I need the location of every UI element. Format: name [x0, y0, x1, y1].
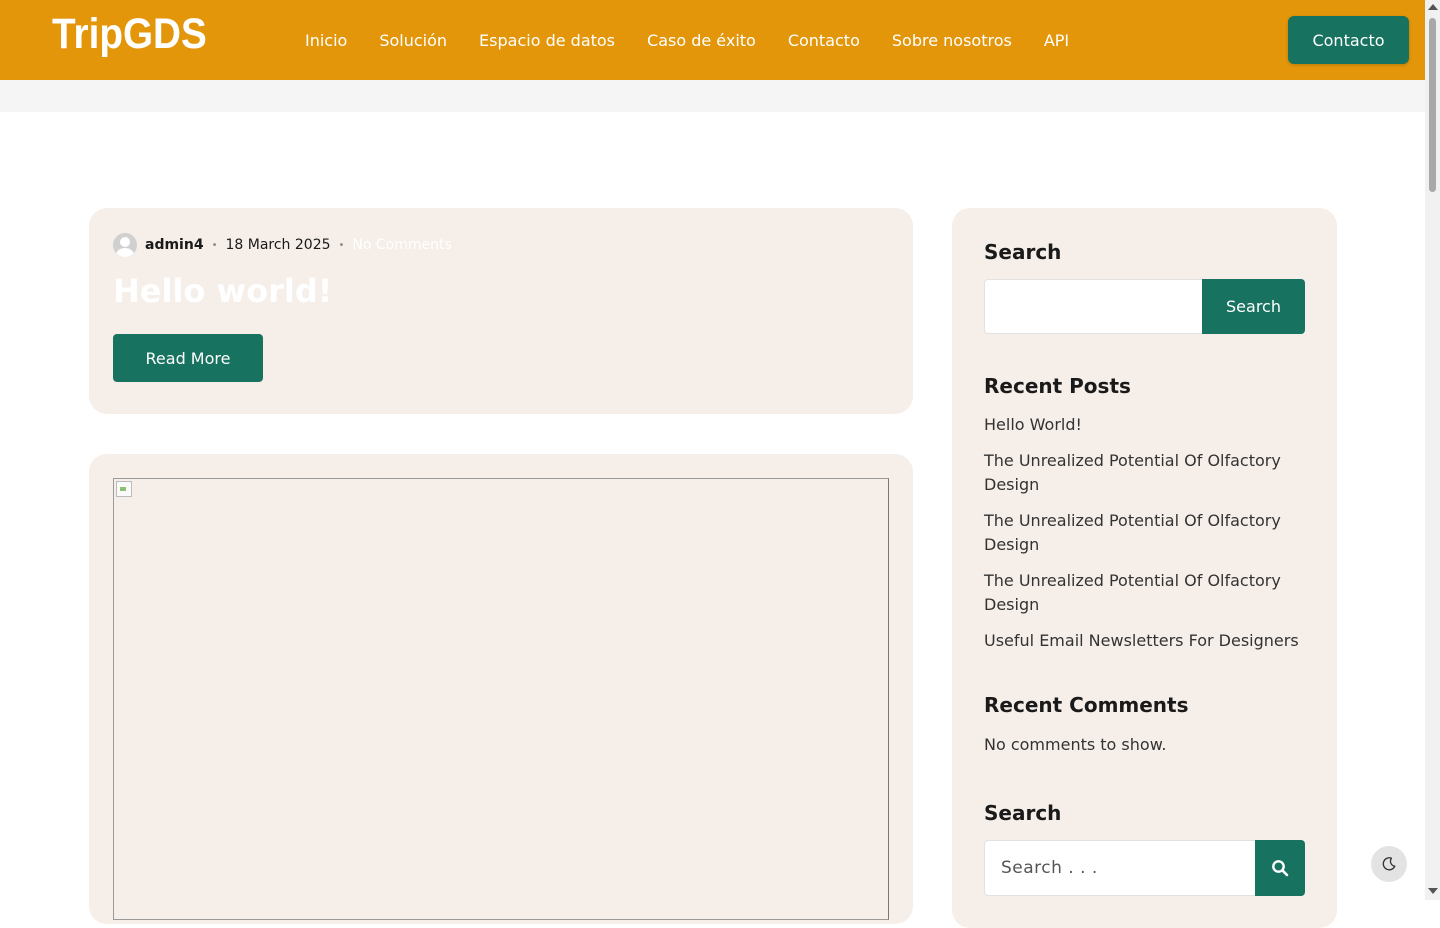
search-submit-button[interactable]	[1255, 840, 1305, 896]
avatar	[113, 233, 137, 257]
post-title[interactable]: Hello world!	[113, 272, 332, 310]
site-logo[interactable]: TripGDS	[52, 10, 207, 59]
scroll-up-arrow-icon[interactable]	[1428, 4, 1438, 10]
scroll-down-arrow-icon[interactable]	[1428, 888, 1438, 894]
nav-item-inicio[interactable]: Inicio	[305, 31, 347, 50]
search-widget-2-title: Search	[984, 801, 1062, 825]
recent-post-link[interactable]: The Unrealized Potential Of Olfactory De…	[984, 509, 1304, 557]
recent-post-link[interactable]: Hello World!	[984, 413, 1304, 437]
post-author[interactable]: admin4	[145, 237, 204, 253]
recent-comments-title: Recent Comments	[984, 693, 1189, 717]
meta-separator: •	[211, 239, 218, 251]
scrollbar-thumb[interactable]	[1429, 18, 1436, 192]
main-nav: Inicio Solución Espacio de datos Caso de…	[305, 0, 1069, 80]
read-more-button[interactable]: Read More	[113, 334, 263, 382]
contact-button[interactable]: Contacto	[1288, 16, 1409, 64]
recent-post-link[interactable]: The Unrealized Potential Of Olfactory De…	[984, 569, 1304, 617]
post-date[interactable]: 18 March 2025	[225, 237, 330, 253]
meta-separator: •	[338, 239, 345, 251]
search-button[interactable]: Search	[1202, 279, 1305, 334]
moon-icon	[1382, 857, 1396, 871]
dark-mode-toggle[interactable]	[1371, 846, 1407, 882]
search-widget-title: Search	[984, 240, 1062, 264]
nav-item-solucion[interactable]: Solución	[379, 31, 447, 50]
post-card: admin4 • 18 March 2025 • No Comments Hel…	[89, 208, 913, 414]
search-field[interactable]: Search . . .	[984, 840, 1255, 896]
post-meta: admin4 • 18 March 2025 • No Comments	[113, 233, 452, 257]
search-input[interactable]	[984, 279, 1202, 334]
magnifier-icon	[1272, 860, 1289, 877]
site-header: TripGDS Inicio Solución Espacio de datos…	[0, 0, 1425, 80]
recent-post-link[interactable]: Useful Email Newsletters For Designers	[984, 629, 1304, 653]
nav-item-contacto[interactable]: Contacto	[788, 31, 860, 50]
nav-item-espacio-de-datos[interactable]: Espacio de datos	[479, 31, 615, 50]
post-comments-link[interactable]: No Comments	[352, 237, 451, 253]
nav-item-api[interactable]: API	[1044, 31, 1069, 50]
sub-header-bar	[0, 80, 1425, 112]
no-comments-text: No comments to show.	[984, 735, 1167, 754]
recent-posts-list: Hello World! The Unrealized Potential Of…	[984, 413, 1304, 665]
broken-image-icon	[116, 481, 132, 497]
post-card-image	[89, 454, 913, 924]
recent-post-link[interactable]: The Unrealized Potential Of Olfactory De…	[984, 449, 1304, 497]
recent-posts-title: Recent Posts	[984, 374, 1131, 398]
post-featured-image[interactable]	[113, 478, 889, 920]
sidebar: Search Search Recent Posts Hello World! …	[952, 208, 1337, 928]
nav-item-sobre-nosotros[interactable]: Sobre nosotros	[892, 31, 1012, 50]
nav-item-caso-de-exito[interactable]: Caso de éxito	[647, 31, 756, 50]
